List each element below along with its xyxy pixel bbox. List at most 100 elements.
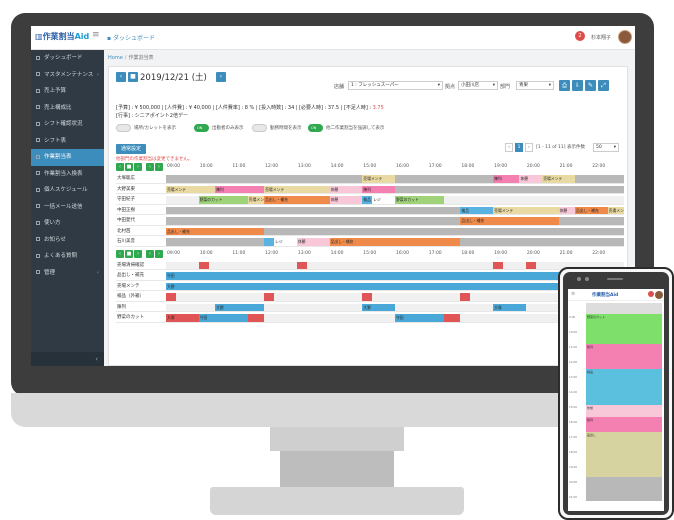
- task-block[interactable]: 休憩: [296, 238, 330, 246]
- task-block[interactable]: [460, 293, 471, 301]
- task-block[interactable]: [264, 238, 274, 246]
- sidebar-collapse-icon[interactable]: ‹: [31, 352, 104, 366]
- task-block[interactable]: 大野: [215, 303, 265, 311]
- calendar-icon[interactable]: ■: [125, 249, 133, 258]
- phone-task-block[interactable]: 検品: [586, 369, 662, 405]
- toggle-carts[interactable]: [116, 124, 131, 132]
- row-name[interactable]: 陳列: [116, 303, 164, 313]
- expand-icon[interactable]: ⤢: [598, 80, 609, 91]
- task-block[interactable]: [395, 185, 624, 193]
- phone-task-block[interactable]: 野菜のカット: [586, 313, 662, 344]
- row-timeline[interactable]: 品出し・補充: [166, 217, 624, 225]
- download-icon[interactable]: ⇩: [572, 80, 583, 91]
- row-name[interactable]: 中田愛代: [116, 216, 164, 226]
- menu-icon[interactable]: ≡: [92, 30, 100, 40]
- row-timeline[interactable]: [166, 261, 624, 269]
- zoom-out-button[interactable]: ‹: [146, 163, 154, 171]
- next-day-button[interactable]: ›: [216, 72, 226, 82]
- prev-day-button[interactable]: ‹: [116, 72, 126, 82]
- row-timeline[interactable]: 売場メンテ 陳列 休憩 売場メンテ: [166, 175, 624, 183]
- breadcrumb-home[interactable]: Home: [108, 55, 123, 61]
- row-timeline[interactable]: レジ 休憩 品出し・補充: [166, 238, 624, 246]
- row-timeline[interactable]: 大塚 守田 守田: [166, 314, 624, 322]
- sidebar-item[interactable]: 使い方: [31, 215, 104, 232]
- store-select[interactable]: 1 : フレッシュスーパー ▾: [348, 81, 443, 90]
- menu-icon[interactable]: ≡: [571, 291, 575, 297]
- task-block[interactable]: 売場メンテ: [542, 175, 575, 183]
- task-block[interactable]: [247, 314, 265, 322]
- sidebar-item[interactable]: シフト確認状況: [31, 116, 104, 133]
- task-block[interactable]: レジ: [372, 196, 395, 204]
- task-block[interactable]: 陳列: [215, 185, 265, 193]
- task-block[interactable]: 休憩: [519, 175, 543, 183]
- task-block[interactable]: 売場メンテ: [264, 185, 330, 193]
- row-name[interactable]: 野菜のカット: [116, 313, 164, 323]
- row-name[interactable]: 大塚聡広: [116, 174, 164, 184]
- sidebar-item[interactable]: 個人スケジュール: [31, 182, 104, 199]
- task-block[interactable]: 売場メンテ: [247, 196, 265, 204]
- page-number[interactable]: 1: [515, 143, 523, 152]
- next-hour-button[interactable]: ›: [134, 249, 142, 258]
- row-name[interactable]: 検品（外箱）: [116, 292, 164, 302]
- user-avatar[interactable]: [618, 30, 632, 44]
- sidebar-item[interactable]: 売上予算: [31, 83, 104, 100]
- toggle-other-dept[interactable]: ON: [308, 124, 323, 132]
- page-prev-button[interactable]: ‹: [505, 143, 513, 152]
- phone-task-block[interactable]: 休憩: [586, 405, 662, 417]
- task-block[interactable]: 守田: [395, 314, 445, 322]
- task-block[interactable]: 検品: [460, 206, 494, 214]
- task-block[interactable]: [362, 293, 373, 301]
- row-timeline[interactable]: 売場メンテ 陳列 売場メンテ 休憩 陳列: [166, 185, 624, 193]
- prev-hour-button[interactable]: ‹: [116, 163, 124, 171]
- edit-icon[interactable]: ✎: [585, 80, 596, 91]
- task-block[interactable]: [198, 261, 209, 269]
- task-block[interactable]: 品出し・補充: [574, 206, 608, 214]
- phone-user-avatar[interactable]: [655, 291, 663, 299]
- phone-task-block[interactable]: 品出し: [586, 432, 662, 477]
- dept-select[interactable]: 青果 ▾: [516, 81, 554, 90]
- sidebar-item[interactable]: よくある質問: [31, 248, 104, 265]
- sidebar-item[interactable]: ダッシュボード: [31, 50, 104, 67]
- calendar-icon[interactable]: ■: [125, 163, 133, 171]
- task-block[interactable]: 休憩: [329, 196, 363, 204]
- task-block[interactable]: [296, 261, 307, 269]
- row-timeline[interactable]: [166, 293, 624, 301]
- task-block[interactable]: 陳列: [362, 185, 395, 193]
- task-block[interactable]: 大塚: [166, 314, 199, 322]
- notification-badge[interactable]: 2: [575, 31, 585, 41]
- task-block[interactable]: [264, 293, 274, 301]
- sidebar-item[interactable]: 作業割当入換表: [31, 166, 104, 183]
- task-block[interactable]: [166, 293, 176, 301]
- row-timeline[interactable]: 野菜のカット売場メンテ品出し・補充休憩検品レジ野菜のカット: [166, 196, 624, 204]
- row-timeline[interactable]: 大野 大野 大塚: [166, 303, 624, 311]
- zoom-out-button[interactable]: ‹: [146, 249, 154, 258]
- row-name[interactable]: 守田紀子: [116, 195, 164, 205]
- row-name[interactable]: 大野美東: [116, 185, 164, 195]
- row-name[interactable]: 北村茜: [116, 227, 164, 237]
- row-name[interactable]: 売場清掃確認: [116, 261, 164, 271]
- phone-task-block[interactable]: 陳列: [586, 343, 662, 369]
- task-block[interactable]: 検品: [362, 196, 373, 204]
- sidebar-item[interactable]: お知らせ: [31, 232, 104, 249]
- phone-task-block[interactable]: 陳列: [586, 417, 662, 432]
- print-icon[interactable]: ⎙: [559, 80, 570, 91]
- sidebar-item[interactable]: 一括メール送信: [31, 199, 104, 216]
- task-block[interactable]: [525, 261, 536, 269]
- task-block[interactable]: [444, 314, 461, 322]
- sidebar-item[interactable]: 売上構成比: [31, 100, 104, 117]
- toggle-work-hours[interactable]: [252, 124, 267, 132]
- section-select[interactable]: 小田川店 ▾: [458, 81, 498, 90]
- task-block[interactable]: 売場メンテ: [166, 185, 216, 193]
- phone-notification-badge[interactable]: [648, 291, 654, 297]
- phone-task-block[interactable]: [586, 303, 662, 314]
- task-block[interactable]: 休憩: [329, 185, 363, 193]
- default-settings-button[interactable]: 通常設定: [116, 144, 147, 154]
- row-name[interactable]: 売場メンテ: [116, 282, 164, 292]
- row-timeline[interactable]: 守田: [166, 272, 624, 280]
- next-hour-button[interactable]: ›: [134, 163, 142, 171]
- task-block[interactable]: 守田: [166, 272, 624, 280]
- task-block[interactable]: レジ: [273, 238, 297, 246]
- task-block[interactable]: 売場メンテ: [493, 206, 559, 214]
- app-logo[interactable]: ▥作業割当Aid: [35, 31, 89, 42]
- row-timeline[interactable]: 大野: [166, 282, 624, 290]
